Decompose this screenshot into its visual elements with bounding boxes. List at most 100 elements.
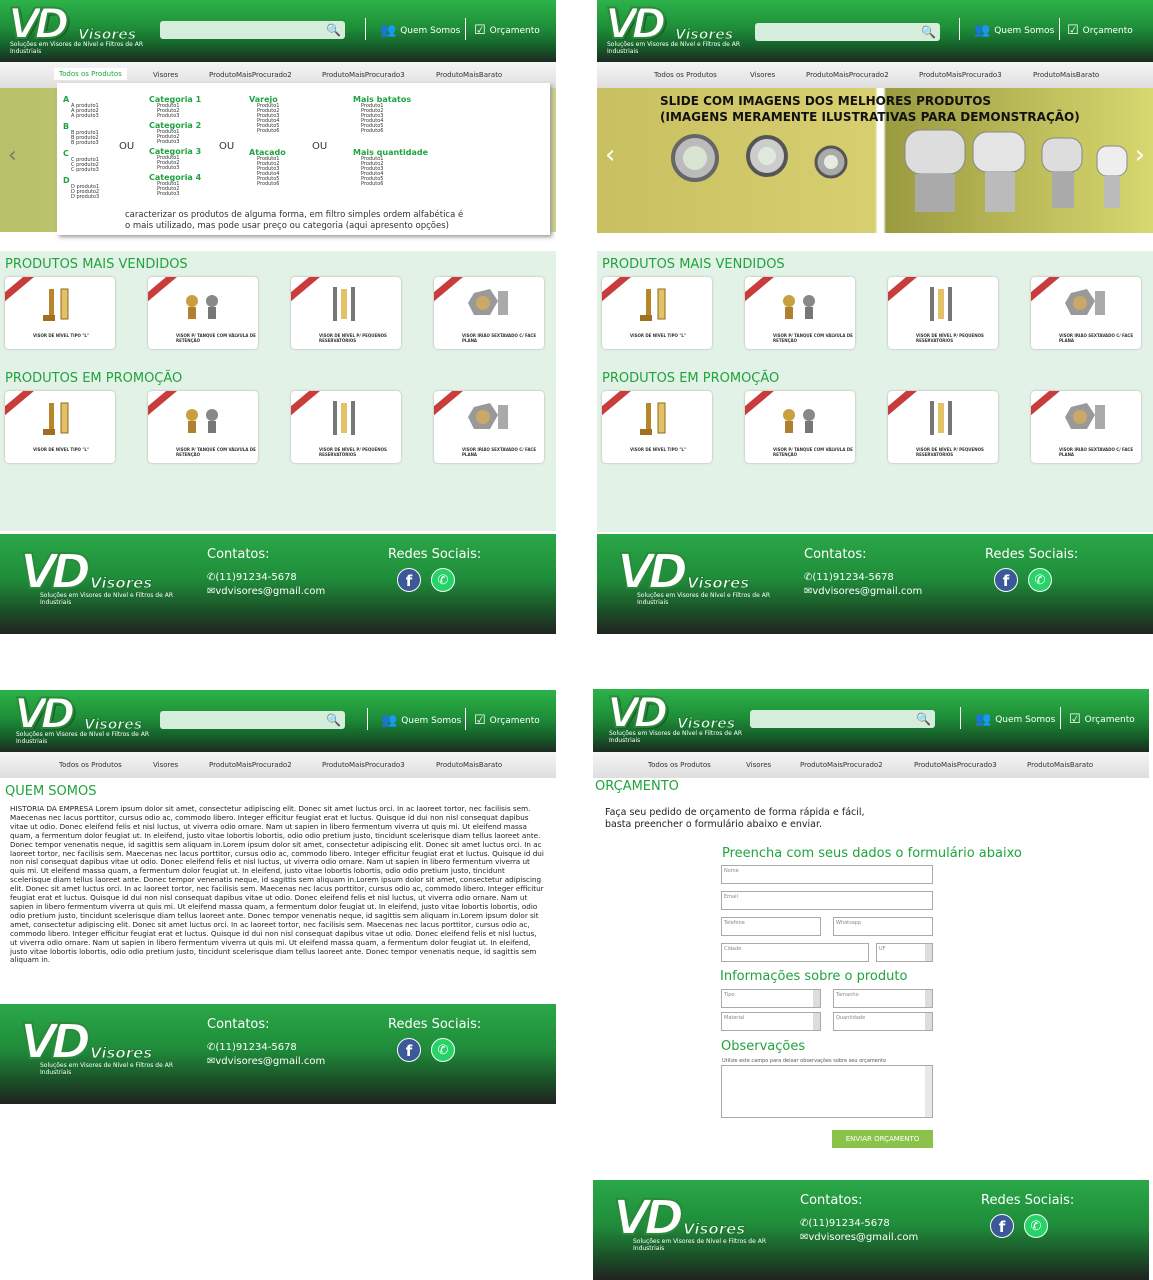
tipo-select[interactable]: Tipo bbox=[721, 989, 821, 1008]
facebook-icon[interactable]: f bbox=[397, 1038, 421, 1062]
enviar-orcamento-button[interactable]: ENVIAR ORÇAMENTO bbox=[832, 1130, 933, 1148]
facebook-icon[interactable]: f bbox=[994, 568, 1018, 592]
product-card[interactable]: VISOR DE NÍVEL TIPO "L" bbox=[5, 277, 115, 349]
quem-somos-link[interactable]: 👥 Quem Somos bbox=[381, 713, 461, 728]
material-select[interactable]: Material bbox=[721, 1012, 821, 1031]
nav-todos-produtos[interactable]: Todos os Produtos bbox=[59, 761, 122, 769]
whatsapp-icon[interactable]: ✆ bbox=[431, 1038, 455, 1062]
logo[interactable]: VD Visores Soluções em Visores de Nível e … bbox=[606, 689, 757, 744]
phone[interactable]: ✆(11)91234-5678 bbox=[800, 1218, 890, 1229]
product-card[interactable]: VISOR DE NÍVEL P/ PEQUENOS RESERVATÓRIOS bbox=[291, 391, 401, 463]
whatsapp-icon[interactable]: ✆ bbox=[1024, 1214, 1048, 1238]
quantidade-select[interactable]: Quantidade bbox=[833, 1012, 933, 1031]
product-card[interactable]: VISOR DE NÍVEL P/ PEQUENOS RESERVATÓRIOS bbox=[888, 277, 998, 349]
nav-produto2[interactable]: ProdutoMaisProcurado2 bbox=[800, 761, 883, 769]
nav-todos-produtos[interactable]: Todos os Produtos bbox=[648, 761, 711, 769]
product-card[interactable]: VISOR IRIÃO SEXTAVADO C/ FACE PLANA bbox=[1031, 391, 1141, 463]
email[interactable]: ✉vdvisores@gmail.com bbox=[800, 1232, 918, 1243]
phone[interactable]: ✆(11)91234-5678 bbox=[804, 572, 894, 583]
search-input[interactable]: 🔍 bbox=[755, 23, 940, 41]
scrollbar[interactable] bbox=[925, 1066, 932, 1117]
menu-item[interactable]: Produto3 bbox=[157, 192, 201, 197]
nav-visores[interactable]: Visores bbox=[153, 71, 178, 79]
nav-visores[interactable]: Visores bbox=[746, 761, 771, 769]
product-card[interactable]: VISOR P/ TANQUE COM VÁLVULA DE RETENÇÃO bbox=[148, 277, 258, 349]
quem-somos-link[interactable]: 👥 Quem Somos bbox=[380, 23, 460, 38]
search-input[interactable]: 🔍 bbox=[750, 710, 935, 728]
product-card[interactable]: VISOR DE NÍVEL TIPO "L" bbox=[5, 391, 115, 463]
nav-barato[interactable]: ProdutoMaisBarato bbox=[436, 761, 502, 769]
logo[interactable]: VD Visores Soluções em Visores de Nível e … bbox=[13, 690, 164, 745]
nav-produto2[interactable]: ProdutoMaisProcurado2 bbox=[209, 71, 292, 79]
orcamento-link[interactable]: ☑ Orçamento bbox=[474, 23, 540, 38]
tamanho-select[interactable]: Tamanho bbox=[833, 989, 933, 1008]
nav-todos-produtos[interactable]: Todos os Produtos bbox=[654, 71, 717, 79]
facebook-icon[interactable]: f bbox=[397, 568, 421, 592]
nav-produto2[interactable]: ProdutoMaisProcurado2 bbox=[806, 71, 889, 79]
email-field[interactable]: Email bbox=[721, 891, 933, 910]
quem-somos-link[interactable]: 👥 Quem Somos bbox=[974, 23, 1054, 38]
nav-visores[interactable]: Visores bbox=[750, 71, 775, 79]
email[interactable]: ✉vdvisores@gmail.com bbox=[207, 586, 325, 597]
whatsapp-field[interactable]: Whatsapp bbox=[833, 917, 933, 936]
nav-produto3[interactable]: ProdutoMaisProcurado3 bbox=[914, 761, 997, 769]
phone[interactable]: ✆(11)91234-5678 bbox=[207, 1042, 297, 1053]
facebook-icon[interactable]: f bbox=[990, 1214, 1014, 1238]
nav-visores[interactable]: Visores bbox=[153, 761, 178, 769]
logo[interactable]: VD Visores Soluções em Visores de Nível e … bbox=[604, 0, 755, 55]
orcamento-link[interactable]: ☑ Orçamento bbox=[1067, 23, 1133, 38]
email[interactable]: ✉vdvisores@gmail.com bbox=[804, 586, 922, 597]
product-card[interactable]: VISOR DE NÍVEL TIPO "L" bbox=[602, 391, 712, 463]
quem-somos-link[interactable]: 👥 Quem Somos bbox=[975, 712, 1055, 727]
menu-item[interactable]: C produto3 bbox=[71, 168, 99, 173]
orcamento-link[interactable]: ☑ Orçamento bbox=[1069, 712, 1135, 727]
menu-item[interactable]: Produto6 bbox=[361, 129, 428, 134]
menu-item[interactable]: Produto6 bbox=[257, 129, 286, 134]
nav-barato[interactable]: ProdutoMaisBarato bbox=[1027, 761, 1093, 769]
uf-select[interactable]: UF bbox=[876, 943, 933, 962]
nav-produto3[interactable]: ProdutoMaisProcurado3 bbox=[322, 761, 405, 769]
nav-produto3[interactable]: ProdutoMaisProcurado3 bbox=[919, 71, 1002, 79]
nav-produto3[interactable]: ProdutoMaisProcurado3 bbox=[322, 71, 405, 79]
chevron-left-icon[interactable]: ‹ bbox=[8, 143, 17, 168]
product-card[interactable]: VISOR P/ TANQUE COM VÁLVULA DE RETENÇÃO bbox=[148, 391, 258, 463]
search-icon[interactable]: 🔍 bbox=[326, 23, 341, 37]
logo[interactable]: VD Visores Soluções em Visores de Nível e … bbox=[7, 0, 158, 55]
chevron-left-icon[interactable]: ‹ bbox=[605, 140, 615, 170]
search-input[interactable]: 🔍 bbox=[160, 21, 345, 39]
product-card[interactable]: VISOR DE NÍVEL P/ PEQUENOS RESERVATÓRIOS bbox=[888, 391, 998, 463]
menu-item[interactable]: Produto3 bbox=[157, 166, 201, 171]
product-card[interactable]: VISOR IRIÃO SEXTAVADO C/ FACE PLANA bbox=[434, 391, 544, 463]
nav-produto2[interactable]: ProdutoMaisProcurado2 bbox=[209, 761, 292, 769]
menu-item[interactable]: Produto6 bbox=[361, 182, 428, 187]
product-card[interactable]: VISOR P/ TANQUE COM VÁLVULA DE RETENÇÃO bbox=[745, 391, 855, 463]
nav-barato[interactable]: ProdutoMaisBarato bbox=[436, 71, 502, 79]
menu-item[interactable]: Produto3 bbox=[157, 140, 201, 145]
menu-item[interactable]: Produto3 bbox=[157, 114, 201, 119]
nav-barato[interactable]: ProdutoMaisBarato bbox=[1033, 71, 1099, 79]
menu-item[interactable]: Produto6 bbox=[257, 182, 286, 187]
cidade-field[interactable]: Cidade bbox=[721, 943, 869, 962]
product-card[interactable]: VISOR IRIÃO SEXTAVADO C/ FACE PLANA bbox=[434, 277, 544, 349]
nome-field[interactable]: Nome bbox=[721, 865, 933, 884]
chevron-right-icon[interactable]: › bbox=[1135, 140, 1145, 170]
telefone-field[interactable]: Telefone bbox=[721, 917, 821, 936]
nav-todos-produtos[interactable]: Todos os Produtos bbox=[54, 68, 127, 80]
menu-item[interactable]: B produto3 bbox=[71, 141, 99, 146]
observacoes-textarea[interactable] bbox=[721, 1065, 933, 1118]
whatsapp-icon[interactable]: ✆ bbox=[431, 568, 455, 592]
search-input[interactable]: 🔍 bbox=[160, 711, 345, 729]
product-card[interactable]: VISOR DE NÍVEL P/ PEQUENOS RESERVATÓRIOS bbox=[291, 277, 401, 349]
product-card[interactable]: VISOR P/ TANQUE COM VÁLVULA DE RETENÇÃO bbox=[745, 277, 855, 349]
search-icon[interactable]: 🔍 bbox=[326, 713, 341, 727]
search-icon[interactable]: 🔍 bbox=[916, 712, 931, 726]
search-icon[interactable]: 🔍 bbox=[921, 25, 936, 39]
menu-item[interactable]: D produto3 bbox=[71, 195, 99, 200]
whatsapp-icon[interactable]: ✆ bbox=[1028, 568, 1052, 592]
orcamento-link[interactable]: ☑ Orçamento bbox=[474, 713, 540, 728]
product-card[interactable]: VISOR DE NÍVEL TIPO "L" bbox=[602, 277, 712, 349]
phone[interactable]: ✆(11)91234-5678 bbox=[207, 572, 297, 583]
product-card[interactable]: VISOR IRIÃO SEXTAVADO C/ FACE PLANA bbox=[1031, 277, 1141, 349]
menu-item[interactable]: A produto3 bbox=[71, 114, 99, 119]
email[interactable]: ✉vdvisores@gmail.com bbox=[207, 1056, 325, 1067]
